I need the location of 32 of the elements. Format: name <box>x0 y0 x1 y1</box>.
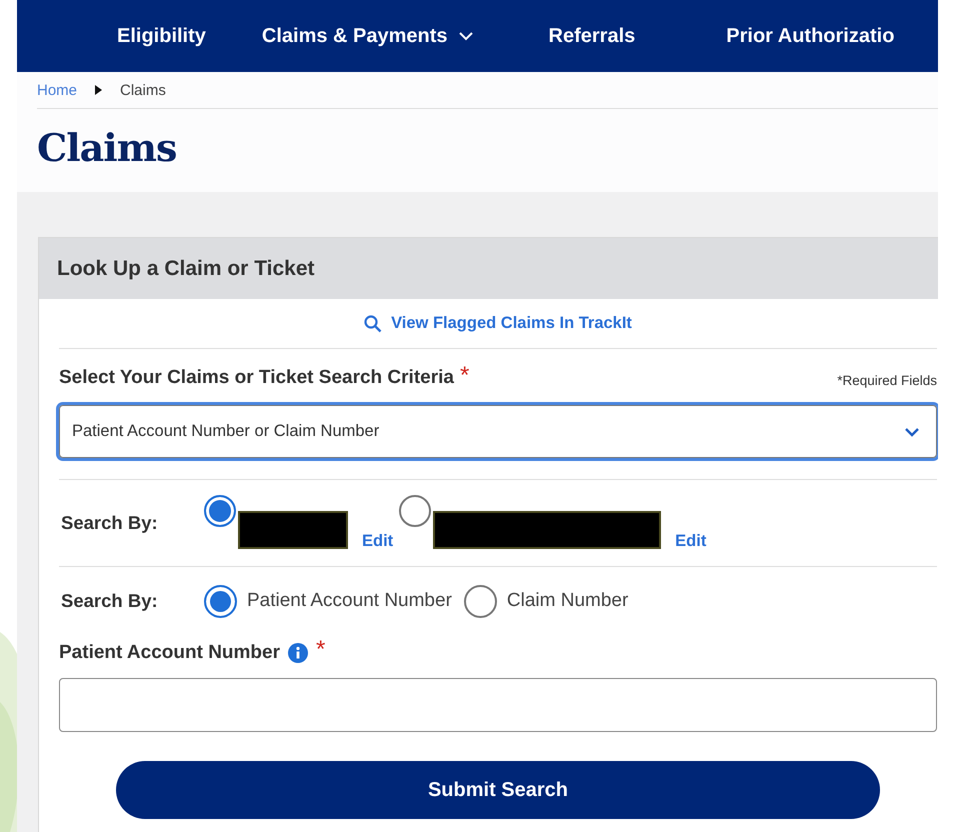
required-note: *Required Fields <box>837 373 937 388</box>
field-label: Search By: <box>60 512 159 534</box>
chevron-down-icon <box>458 31 474 41</box>
nav-link[interactable]: Referrals <box>548 24 636 48</box>
radio-button[interactable] <box>204 495 236 527</box>
nav-link[interactable]: Eligibility <box>117 24 206 48</box>
edit-link[interactable]: Edit <box>675 532 706 551</box>
field-label: Patient Account Number <box>59 642 280 664</box>
radio-button[interactable] <box>399 495 432 527</box>
nav-link[interactable]: Prior Authorizatio <box>726 24 894 48</box>
criteria-dropdown[interactable]: Patient Account Number or Claim Number <box>59 405 937 458</box>
radio-button[interactable] <box>204 584 237 618</box>
required-mark: * <box>316 641 326 659</box>
caret-right-icon <box>95 85 102 95</box>
nav-link[interactable]: Claims & Payments <box>262 24 474 48</box>
field-label: Search By: <box>60 590 159 612</box>
chevron-down-icon <box>904 426 920 436</box>
info-icon[interactable] <box>288 643 308 663</box>
field-label: Select Your Claims or Ticket Search Criteria <box>59 367 454 389</box>
card-title: Look Up a Claim or Ticket <box>57 256 315 280</box>
breadcrumb-current: Claims <box>120 82 166 98</box>
search-icon <box>364 314 382 332</box>
radio-button[interactable] <box>464 584 497 618</box>
edit-link[interactable]: Edit <box>362 532 394 551</box>
page-title: Claims <box>37 124 178 170</box>
radio-label: Patient Account Number <box>247 590 452 612</box>
breadcrumb-link[interactable]: Home <box>37 82 78 98</box>
input-field[interactable] <box>59 678 937 732</box>
required-mark: * <box>460 367 470 385</box>
radio-label: Claim Number <box>506 590 628 612</box>
flagged-claims-link[interactable]: View Flagged Claims In TrackIt <box>364 314 632 333</box>
submit-button[interactable]: Submit Search <box>116 761 880 819</box>
